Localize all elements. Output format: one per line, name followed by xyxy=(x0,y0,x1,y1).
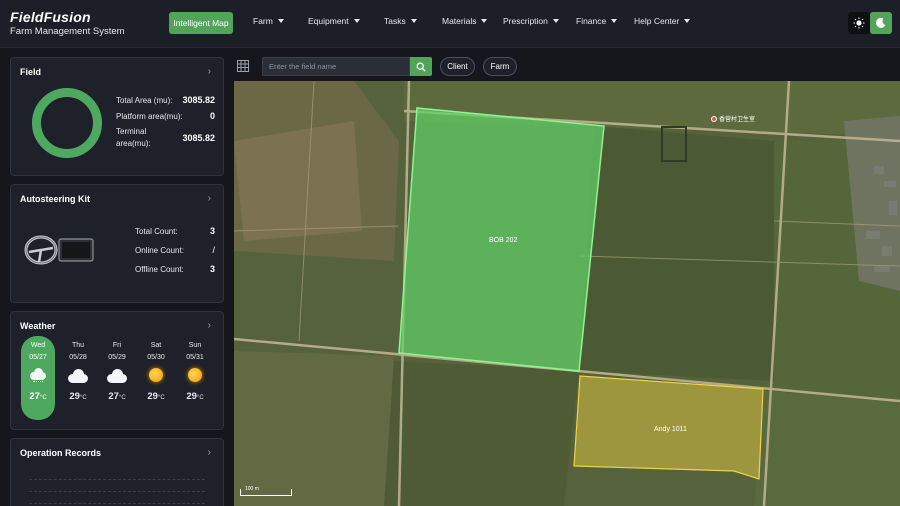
weather-card-title: Weather xyxy=(20,321,56,331)
weather-day-date: 05/27 xyxy=(29,354,47,361)
weather-temp: 29°C xyxy=(186,391,204,402)
field-card-title: Field xyxy=(20,67,42,77)
field-search-input[interactable] xyxy=(262,57,410,76)
weather-day-name: Thu xyxy=(71,342,85,349)
records-card-title: Operation Records xyxy=(20,448,102,458)
chevron-right-icon[interactable]: › xyxy=(208,66,211,77)
field-area-donut xyxy=(32,88,102,158)
steering-wheel-icon xyxy=(24,235,94,265)
nav-finance[interactable]: Finance xyxy=(576,16,618,26)
caret-down-icon xyxy=(410,19,417,23)
client-filter-button[interactable]: Client xyxy=(440,57,475,76)
search-icon xyxy=(416,62,426,72)
weather-day-name: Sun xyxy=(188,342,202,349)
nav-tasks[interactable]: Tasks xyxy=(384,16,417,26)
offline-count-value: 3 xyxy=(209,264,215,274)
weather-day-date: 05/30 xyxy=(147,354,165,361)
weather-temp: 27°C xyxy=(29,391,47,402)
weather-day-name: Fri xyxy=(112,342,122,349)
poi-label: 香营村卫生室 xyxy=(719,117,756,123)
caret-down-icon xyxy=(611,19,618,23)
nav-prescription[interactable]: Prescription xyxy=(503,16,559,26)
weather-day-sun[interactable]: Sun 05/31 29°C xyxy=(178,336,212,420)
total-area-label: Total Area (mu): xyxy=(116,96,173,105)
caret-down-icon xyxy=(481,19,488,23)
nav-equipment-label: Equipment xyxy=(308,16,349,26)
caret-down-icon xyxy=(684,19,691,23)
online-count-label: Online Count: xyxy=(135,246,184,255)
field-label-andy-1011[interactable]: Andy 1011 xyxy=(654,426,687,433)
weather-day-fri[interactable]: Fri 05/29 27°C xyxy=(100,336,134,420)
dark-theme-button[interactable] xyxy=(870,12,892,34)
table-icon[interactable] xyxy=(237,60,249,72)
nav-farm-label: Farm xyxy=(253,16,273,26)
records-divider xyxy=(29,503,205,504)
caret-down-icon xyxy=(552,19,559,23)
field-label-bob-202[interactable]: BOB 202 xyxy=(489,237,517,244)
sun-icon xyxy=(853,17,865,29)
map-poi[interactable]: 香营村卫生室 xyxy=(711,114,755,123)
brand-subtitle: Farm Management System xyxy=(10,26,125,37)
weather-temp: 29°C xyxy=(147,391,165,402)
top-bar: FieldFusion Farm Management System Intel… xyxy=(0,0,900,48)
total-area-value: 3085.82 xyxy=(182,95,215,105)
caret-down-icon xyxy=(353,19,360,23)
records-divider xyxy=(29,491,205,492)
weather-day-date: 05/31 xyxy=(186,354,204,361)
cloud-rain-icon xyxy=(28,367,48,383)
brand-name: FieldFusion xyxy=(10,9,91,25)
moon-icon xyxy=(875,17,886,28)
nav-prescription-label: Prescription xyxy=(503,16,548,26)
weather-temp: 27°C xyxy=(108,391,126,402)
online-count-value: / xyxy=(212,245,215,255)
map-imagery xyxy=(234,81,900,506)
nav-materials-label: Materials xyxy=(442,16,477,26)
cloud-icon xyxy=(68,367,88,383)
chevron-right-icon[interactable]: › xyxy=(208,447,211,458)
search-button[interactable] xyxy=(410,57,432,76)
records-divider xyxy=(29,479,205,480)
weather-day-sat[interactable]: Sat 05/30 29°C xyxy=(139,336,173,420)
operation-records-card[interactable]: Operation Records › xyxy=(10,438,224,506)
nav-materials[interactable]: Materials xyxy=(442,16,488,26)
farm-filter-button[interactable]: Farm xyxy=(483,57,517,76)
weather-temp: 29°C xyxy=(69,391,87,402)
field-card[interactable]: Field › Total Area (mu): 3085.82 Platfor… xyxy=(10,57,224,176)
terminal-area-label: Terminal area(mu): xyxy=(116,127,151,148)
offline-count-label: Offline Count: xyxy=(135,265,184,274)
kit-card-title: Autosteering Kit xyxy=(20,194,91,204)
chevron-right-icon[interactable]: › xyxy=(208,320,211,331)
weather-day-name: Sat xyxy=(150,342,162,349)
nav-finance-label: Finance xyxy=(576,16,607,26)
weather-day-wed[interactable]: Wed 05/27 27°C xyxy=(21,336,55,420)
autosteering-kit-card[interactable]: Autosteering Kit › Total Count: 3 Online… xyxy=(10,184,224,303)
cloud-icon xyxy=(107,367,127,383)
nav-help-center[interactable]: Help Center xyxy=(634,16,691,26)
weather-card[interactable]: Weather › Wed 05/27 27°C Thu 05/28 29°C … xyxy=(10,311,224,430)
weather-day-date: 05/28 xyxy=(69,354,87,361)
total-count-value: 3 xyxy=(209,226,215,236)
terminal-area-value: 3085.82 xyxy=(182,133,215,143)
light-theme-button[interactable] xyxy=(848,12,870,34)
scale-label: 100 m xyxy=(245,486,259,492)
nav-intelligent-map[interactable]: Intelligent Map xyxy=(169,12,233,34)
sun-icon xyxy=(146,367,166,383)
platform-area-label: Platform area(mu): xyxy=(116,112,183,121)
map-pin-icon xyxy=(711,115,717,122)
nav-tasks-label: Tasks xyxy=(384,16,406,26)
weather-day-thu[interactable]: Thu 05/28 29°C xyxy=(61,336,95,420)
chevron-right-icon[interactable]: › xyxy=(208,193,211,204)
platform-area-value: 0 xyxy=(209,111,215,121)
weather-day-name: Wed xyxy=(30,342,46,349)
weather-day-date: 05/29 xyxy=(108,354,126,361)
sun-icon xyxy=(185,367,205,383)
caret-down-icon xyxy=(277,19,284,23)
logo: FieldFusion Farm Management System xyxy=(10,9,125,37)
nav-equipment[interactable]: Equipment xyxy=(308,16,360,26)
satellite-map[interactable]: BOB 202 Andy 1011 香营村卫生室 100 m xyxy=(234,81,900,506)
nav-help-center-label: Help Center xyxy=(634,16,680,26)
total-count-label: Total Count: xyxy=(135,227,178,236)
map-scale-bar: 100 m xyxy=(240,486,292,496)
nav-farm[interactable]: Farm xyxy=(253,16,284,26)
